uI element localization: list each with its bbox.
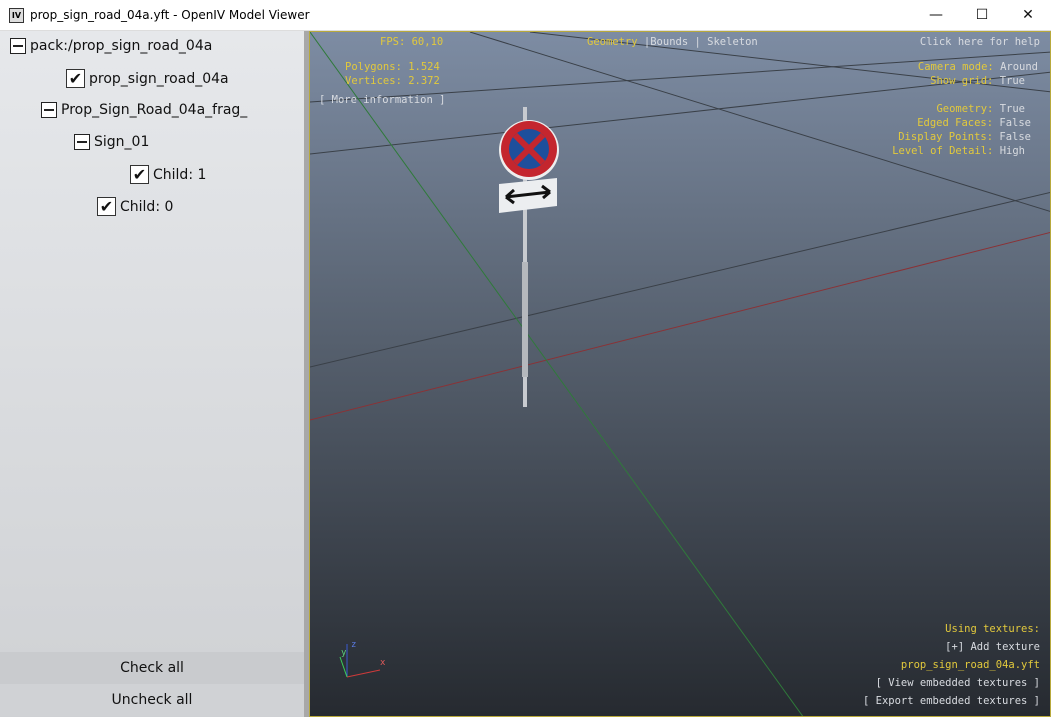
label: Camera mode: [917, 61, 994, 73]
tree-label: Sign_01 [94, 134, 150, 150]
title-bar: IV prop_sign_road_04a.yft - OpenIV Model… [0, 0, 1051, 31]
checkbox-checked-icon[interactable]: ✔ [130, 165, 149, 184]
tree-label: Child: 1 [153, 166, 207, 183]
add-texture-link[interactable]: [+] Add texture [945, 641, 1040, 653]
geometry-toggle[interactable]: Geometry: True [936, 103, 1025, 115]
tree-node-child-1[interactable]: ✔ Child: 1 [130, 165, 206, 184]
vertices-readout: Vertices: 2.372 [345, 75, 440, 87]
polygons-readout: Polygons: 1.524 [345, 61, 440, 73]
more-information-link[interactable]: [ More information ] [319, 94, 445, 106]
fps-readout: FPS: 60,10 [380, 36, 444, 48]
help-link[interactable]: Click here for help [920, 36, 1040, 48]
value: False [999, 117, 1031, 129]
uncheck-all-button[interactable]: Uncheck all [0, 684, 304, 716]
tree-node-pack[interactable]: pack:/prop_sign_road_04a [10, 38, 212, 54]
using-textures-label: Using textures: [945, 623, 1040, 635]
axis-z-label: z [351, 640, 357, 650]
display-points-toggle[interactable]: Display Points: False [898, 131, 1031, 143]
maximize-button[interactable]: ☐ [959, 0, 1005, 31]
tree-label: Child: 0 [120, 198, 174, 215]
label: Display Points: [898, 131, 994, 143]
tree-label: prop_sign_road_04a [89, 70, 229, 87]
collapse-icon[interactable] [41, 102, 57, 118]
tree-label: Prop_Sign_Road_04a_frag_ [61, 102, 248, 118]
model-tree-panel: pack:/prop_sign_road_04a ✔ prop_sign_road… [0, 31, 304, 717]
mode-skeleton[interactable]: Skeleton [707, 36, 758, 48]
label: Geometry: [936, 103, 994, 115]
check-all-button[interactable]: Check all [0, 652, 304, 684]
camera-mode-toggle[interactable]: Camera mode: Around [918, 61, 1038, 73]
tree-node-sign[interactable]: Sign_01 [74, 134, 149, 150]
value: True [999, 75, 1025, 87]
checkbox-checked-icon[interactable]: ✔ [97, 197, 116, 216]
tree-label: pack:/prop_sign_road_04a [30, 38, 213, 54]
view-embedded-textures-link[interactable]: [ View embedded textures ] [876, 677, 1040, 689]
collapse-icon[interactable] [74, 134, 90, 150]
separator: | [694, 36, 701, 48]
label: Level of Detail: [892, 145, 994, 157]
label: Show grid: [930, 75, 994, 87]
collapse-icon[interactable] [10, 38, 26, 54]
show-grid-toggle[interactable]: Show grid: True [930, 75, 1025, 87]
minimize-button[interactable]: — [913, 0, 959, 31]
value: True [999, 103, 1025, 115]
tree-node-frag[interactable]: Prop_Sign_Road_04a_frag_ [41, 102, 247, 118]
window-title: prop_sign_road_04a.yft - OpenIV Model Vi… [30, 8, 310, 22]
tree-node-model[interactable]: ✔ prop_sign_road_04a [66, 69, 229, 88]
axis-x-label: x [380, 658, 386, 668]
value: High [999, 145, 1025, 157]
app-icon: IV [9, 8, 24, 23]
axis-y-label: y [341, 648, 347, 658]
export-embedded-textures-link[interactable]: [ Export embedded textures ] [863, 695, 1040, 707]
road-sign-model [499, 107, 559, 407]
value: False [999, 131, 1031, 143]
texture-file-link[interactable]: prop_sign_road_04a.yft [901, 659, 1040, 671]
tree-node-child-0[interactable]: ✔ Child: 0 [97, 197, 173, 216]
value: Around [1000, 61, 1038, 73]
mode-bounds[interactable]: Bounds [650, 36, 688, 48]
label: Edged Faces: [917, 117, 994, 129]
level-of-detail-toggle[interactable]: Level of Detail: High [892, 145, 1025, 157]
3d-viewport[interactable]: z y x FPS: 60,10 Polygons: 1.524 Vertice… [309, 31, 1051, 717]
checkbox-checked-icon[interactable]: ✔ [66, 69, 85, 88]
edged-faces-toggle[interactable]: Edged Faces: False [917, 117, 1031, 129]
mode-geometry[interactable]: Geometry [587, 36, 638, 48]
close-button[interactable]: ✕ [1005, 0, 1051, 31]
